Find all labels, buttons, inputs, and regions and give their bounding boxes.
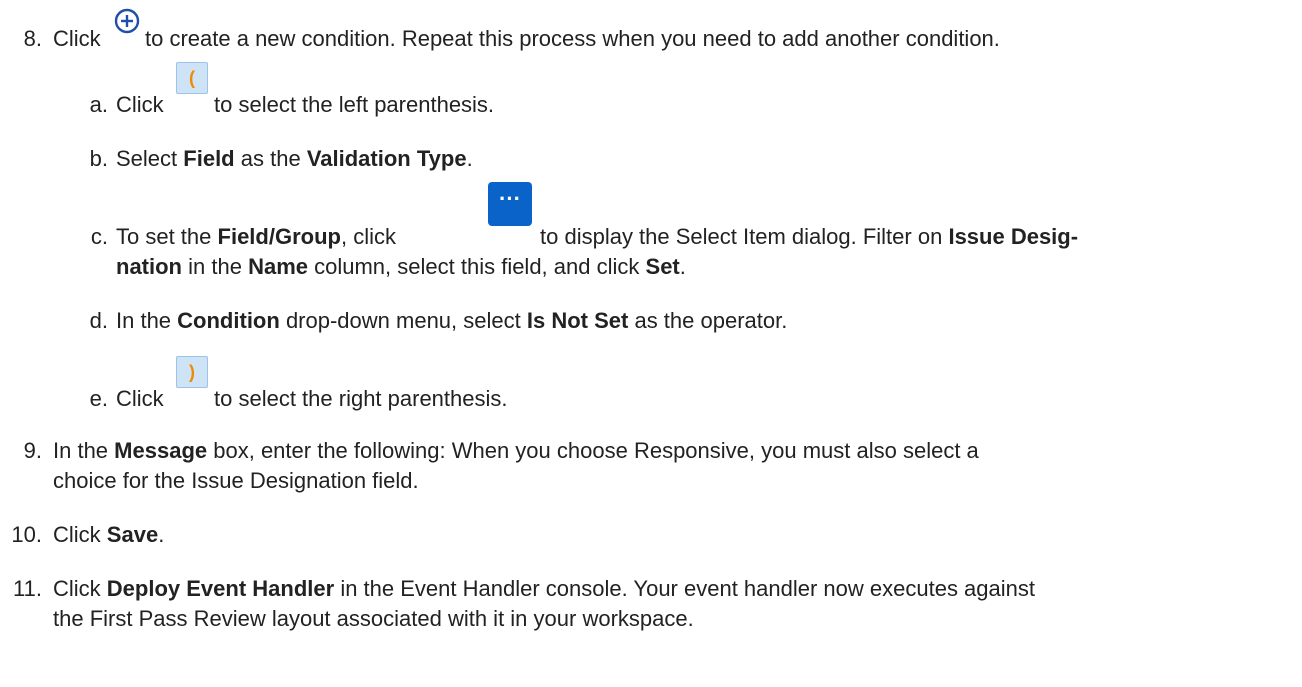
step-8-description: to create a new condition. Repeat this p… (145, 26, 1000, 51)
step-10-number: 10. (11, 522, 42, 547)
step-11-line-2: the First Pass Review layout associated … (53, 606, 694, 631)
substep-c-field-group: Field/Group (217, 224, 341, 249)
substep-c-post: . (679, 254, 686, 279)
substep-b-pre: Select (116, 146, 178, 171)
substep-a-description: to select the left parenthesis. (214, 92, 495, 117)
substep-c-mid3: in the (188, 254, 242, 279)
substep-c-pre: To set the (116, 224, 212, 249)
substep-d-mid: drop-down menu, select (285, 308, 521, 333)
substep-c-set: Set (645, 254, 680, 279)
step-9-number: 9. (23, 438, 42, 463)
substep-e-description: to select the right parenthesis. (214, 386, 508, 411)
substep-c-issue-designation-part1: Issue Desig- (948, 224, 1079, 249)
step-11-deploy-event-handler: Deploy Event Handler (106, 576, 335, 601)
substep-b-marker: b. (89, 146, 108, 171)
substep-d-pre: In the (116, 308, 172, 333)
right-parenthesis-icon: ) (176, 356, 208, 388)
substep-b-post: . (466, 146, 473, 171)
step-11-number: 11. (13, 576, 42, 601)
substep-c-line-2: nation in the Name column, select this f… (116, 252, 686, 282)
substep-c-mid2: to display the Select Item dialog. Filte… (540, 224, 943, 249)
step-9-line-2: choice for the Issue Designation field. (53, 468, 419, 493)
substep-d-marker: d. (89, 308, 108, 333)
substep-a-click-word: Click (116, 92, 164, 117)
step-9-pre: In the (53, 438, 109, 463)
substep-d-condition: Condition (177, 308, 280, 333)
step-10-save: Save (106, 522, 159, 547)
step-9-text-1: box, enter the following: When you choos… (213, 438, 979, 463)
substep-d-is-not-set: Is Not Set (526, 308, 629, 333)
step-10-pre: Click (53, 522, 101, 547)
step-8-number: 8. (23, 26, 42, 51)
substep-e-marker: e. (89, 386, 108, 411)
substep-c-click: , click (340, 224, 396, 249)
left-parenthesis-icon: ( (176, 62, 208, 94)
substep-c-marker: c. (90, 224, 108, 249)
step-9-line-1: In the Message box, enter the following:… (53, 436, 979, 466)
substep-c-mid4: column, select this field, and click (314, 254, 640, 279)
substep-c-issue-designation-part2: nation (116, 254, 182, 279)
substep-a-marker: a. (89, 92, 108, 117)
step-11-pre: Click (53, 576, 101, 601)
substep-c-name: Name (248, 254, 308, 279)
substep-b-mid: as the (240, 146, 301, 171)
substep-b-field: Field (183, 146, 235, 171)
document-page: 8. Click to create a new condition. Repe… (0, 0, 1302, 687)
ellipsis-button-icon: ··· (488, 182, 532, 226)
substep-c-line-1-start: To set the Field/Group, click (116, 222, 396, 252)
substep-b-text: Select Field as the Validation Type. (116, 144, 473, 174)
step-10-post: . (158, 522, 165, 547)
step-8-click-word: Click (53, 26, 101, 51)
add-circle-icon (114, 8, 140, 34)
step-10-text: Click Save. (53, 520, 164, 550)
step-9-message: Message (114, 438, 208, 463)
step-11-line-1: Click Deploy Event Handler in the Event … (53, 574, 1035, 604)
substep-b-validation-type: Validation Type (306, 146, 467, 171)
substep-c-line-1-end: to display the Select Item dialog. Filte… (540, 222, 1078, 252)
substep-e-click-word: Click (116, 386, 164, 411)
substep-d-post: as the operator. (634, 308, 788, 333)
substep-d-text: In the Condition drop-down menu, select … (116, 306, 787, 336)
step-8-text: Click (53, 24, 101, 54)
step-11-text-1: in the Event Handler console. Your event… (340, 576, 1035, 601)
